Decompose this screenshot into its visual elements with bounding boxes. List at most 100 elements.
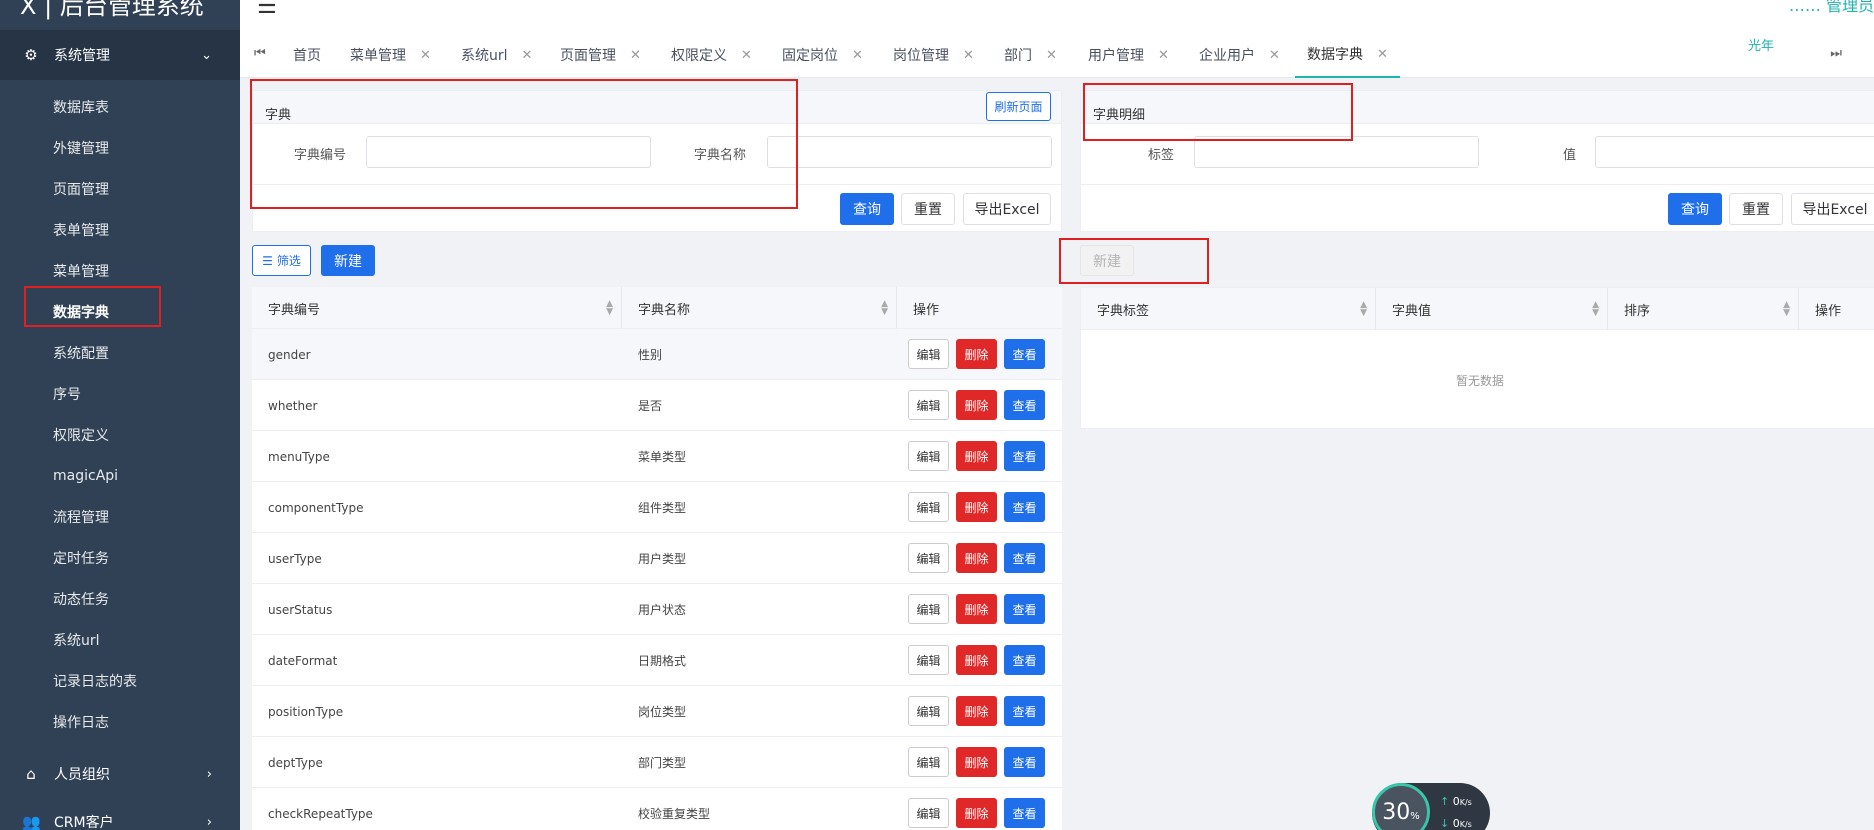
delete-button[interactable]: 删除	[956, 492, 997, 522]
close-icon[interactable]: ✕	[741, 48, 752, 63]
detail-query-button[interactable]: 查询	[1668, 193, 1722, 225]
tab-page[interactable]: 页面管理 ✕	[560, 32, 641, 78]
topbar-user-info[interactable]: …… 管理员	[1789, 0, 1874, 16]
table-row[interactable]: userType 用户类型 编辑 删除 查看	[252, 533, 1062, 584]
column-dict-label[interactable]: 字典标签 ▲ ▼	[1081, 288, 1376, 330]
sidebar-item-system-url[interactable]: 系统url	[0, 619, 240, 660]
edit-button[interactable]: 编辑	[908, 798, 949, 828]
close-icon[interactable]: ✕	[630, 48, 641, 63]
view-button[interactable]: 查看	[1004, 390, 1045, 420]
edit-button[interactable]: 编辑	[908, 543, 949, 573]
delete-button[interactable]: 删除	[956, 594, 997, 624]
tab-enterprise-user[interactable]: 企业用户 ✕	[1199, 32, 1280, 78]
menu-group-people[interactable]: ⌂ 人员组织 ›	[0, 749, 240, 799]
menu-group-crm[interactable]: 👥 CRM客户 ›	[0, 797, 240, 830]
close-icon[interactable]: ✕	[420, 48, 431, 63]
tab-post[interactable]: 岗位管理 ✕	[893, 32, 974, 78]
sort-icon[interactable]: ▲ ▼	[1592, 301, 1599, 318]
edit-button[interactable]: 编辑	[908, 441, 949, 471]
edit-button[interactable]: 编辑	[908, 492, 949, 522]
column-dict-value[interactable]: 字典值 ▲ ▼	[1376, 288, 1608, 330]
delete-button[interactable]: 删除	[956, 339, 997, 369]
refresh-page-button[interactable]: 刷新页面	[986, 92, 1051, 121]
delete-button[interactable]: 删除	[956, 441, 997, 471]
view-button[interactable]: 查看	[1004, 747, 1045, 777]
table-row[interactable]: deptType 部门类型 编辑 删除 查看	[252, 737, 1062, 788]
query-button[interactable]: 查询	[840, 193, 894, 225]
detail-reset-button[interactable]: 重置	[1729, 193, 1783, 225]
close-icon[interactable]: ✕	[1269, 48, 1280, 63]
tab-permission[interactable]: 权限定义 ✕	[671, 32, 752, 78]
sidebar-item-config[interactable]: 系统配置	[0, 332, 240, 373]
view-button[interactable]: 查看	[1004, 594, 1045, 624]
table-row[interactable]: menuType 菜单类型 编辑 删除 查看	[252, 431, 1062, 482]
sidebar-item-foreign-key[interactable]: 外键管理	[0, 127, 240, 168]
sidebar-item-sequence[interactable]: 序号	[0, 373, 240, 414]
table-row[interactable]: positionType 岗位类型 编辑 删除 查看	[252, 686, 1062, 737]
delete-button[interactable]: 删除	[956, 747, 997, 777]
tab-dept[interactable]: 部门 ✕	[1004, 32, 1057, 78]
view-button[interactable]: 查看	[1004, 543, 1045, 573]
table-row[interactable]: gender 性别 编辑 删除 查看	[252, 329, 1062, 380]
view-button[interactable]: 查看	[1004, 339, 1045, 369]
menu-group-system[interactable]: ⚙ 系统管理 ⌄	[0, 30, 240, 80]
hamburger-icon[interactable]: ☰	[257, 0, 277, 19]
edit-button[interactable]: 编辑	[908, 594, 949, 624]
network-speed-widget[interactable]: 30% ↑ 0K/s ↓ 0K/s	[1372, 783, 1490, 830]
view-button[interactable]: 查看	[1004, 441, 1045, 471]
sidebar-item-workflow[interactable]: 流程管理	[0, 496, 240, 537]
column-dict-name[interactable]: 字典名称 ▲ ▼	[622, 287, 897, 329]
tab-home[interactable]: 首页	[293, 32, 321, 78]
view-button[interactable]: 查看	[1004, 645, 1045, 675]
close-icon[interactable]: ✕	[963, 48, 974, 63]
edit-button[interactable]: 编辑	[908, 339, 949, 369]
table-row[interactable]: checkRepeatType 校验重复类型 编辑 删除 查看	[252, 788, 1062, 830]
sidebar-item-scheduled-task[interactable]: 定时任务	[0, 537, 240, 578]
sidebar-item-magicapi[interactable]: magicApi	[0, 455, 240, 496]
tab-dictionary[interactable]: 数据字典 ✕	[1295, 32, 1400, 78]
sort-icon[interactable]: ▲ ▼	[881, 300, 888, 317]
delete-button[interactable]: 删除	[956, 798, 997, 828]
delete-button[interactable]: 删除	[956, 696, 997, 726]
close-icon[interactable]: ✕	[852, 48, 863, 63]
reset-button[interactable]: 重置	[901, 193, 955, 225]
sort-icon[interactable]: ▲ ▼	[606, 300, 613, 317]
sidebar-item-form[interactable]: 表单管理	[0, 209, 240, 250]
column-dict-code[interactable]: 字典编号 ▲ ▼	[252, 287, 622, 329]
filter-button[interactable]: ☰ 筛选	[252, 245, 311, 276]
sidebar-item-operation-log[interactable]: 操作日志	[0, 701, 240, 742]
sidebar-item-dynamic-task[interactable]: 动态任务	[0, 578, 240, 619]
close-icon[interactable]: ✕	[522, 48, 533, 63]
table-row[interactable]: componentType 组件类型 编辑 删除 查看	[252, 482, 1062, 533]
sort-icon[interactable]: ▲ ▼	[1783, 301, 1790, 318]
table-row[interactable]: dateFormat 日期格式 编辑 删除 查看	[252, 635, 1062, 686]
close-icon[interactable]: ✕	[1158, 48, 1169, 63]
tab-user[interactable]: 用户管理 ✕	[1088, 32, 1169, 78]
view-button[interactable]: 查看	[1004, 798, 1045, 828]
sidebar-item-log-table[interactable]: 记录日志的表	[0, 660, 240, 701]
tab-system-url[interactable]: 系统url ✕	[461, 32, 532, 78]
sidebar-item-permission[interactable]: 权限定义	[0, 414, 240, 455]
delete-button[interactable]: 删除	[956, 543, 997, 573]
edit-button[interactable]: 编辑	[908, 390, 949, 420]
sidebar-item-menu[interactable]: 菜单管理	[0, 250, 240, 291]
value-input[interactable]	[1595, 136, 1874, 168]
tab-fixed-post[interactable]: 固定岗位 ✕	[782, 32, 863, 78]
sidebar-item-page[interactable]: 页面管理	[0, 168, 240, 209]
dict-name-input[interactable]	[767, 136, 1052, 168]
sort-icon[interactable]: ▲ ▼	[1360, 301, 1367, 318]
delete-button[interactable]: 删除	[956, 390, 997, 420]
column-sort-order[interactable]: 排序 ▲ ▼	[1608, 288, 1799, 330]
edit-button[interactable]: 编辑	[908, 645, 949, 675]
new-dictionary-button[interactable]: 新建	[321, 245, 375, 276]
detail-export-excel-button[interactable]: 导出Excel	[1791, 193, 1874, 225]
edit-button[interactable]: 编辑	[908, 696, 949, 726]
export-excel-button[interactable]: 导出Excel	[963, 193, 1051, 225]
table-row[interactable]: userStatus 用户状态 编辑 删除 查看	[252, 584, 1062, 635]
tab-scroll-right-icon[interactable]: ⏭	[1830, 46, 1842, 61]
table-row[interactable]: whether 是否 编辑 删除 查看	[252, 380, 1062, 431]
tab-menu[interactable]: 菜单管理 ✕	[350, 32, 431, 78]
close-icon[interactable]: ✕	[1046, 48, 1057, 63]
delete-button[interactable]: 删除	[956, 645, 997, 675]
close-icon[interactable]: ✕	[1377, 47, 1388, 62]
